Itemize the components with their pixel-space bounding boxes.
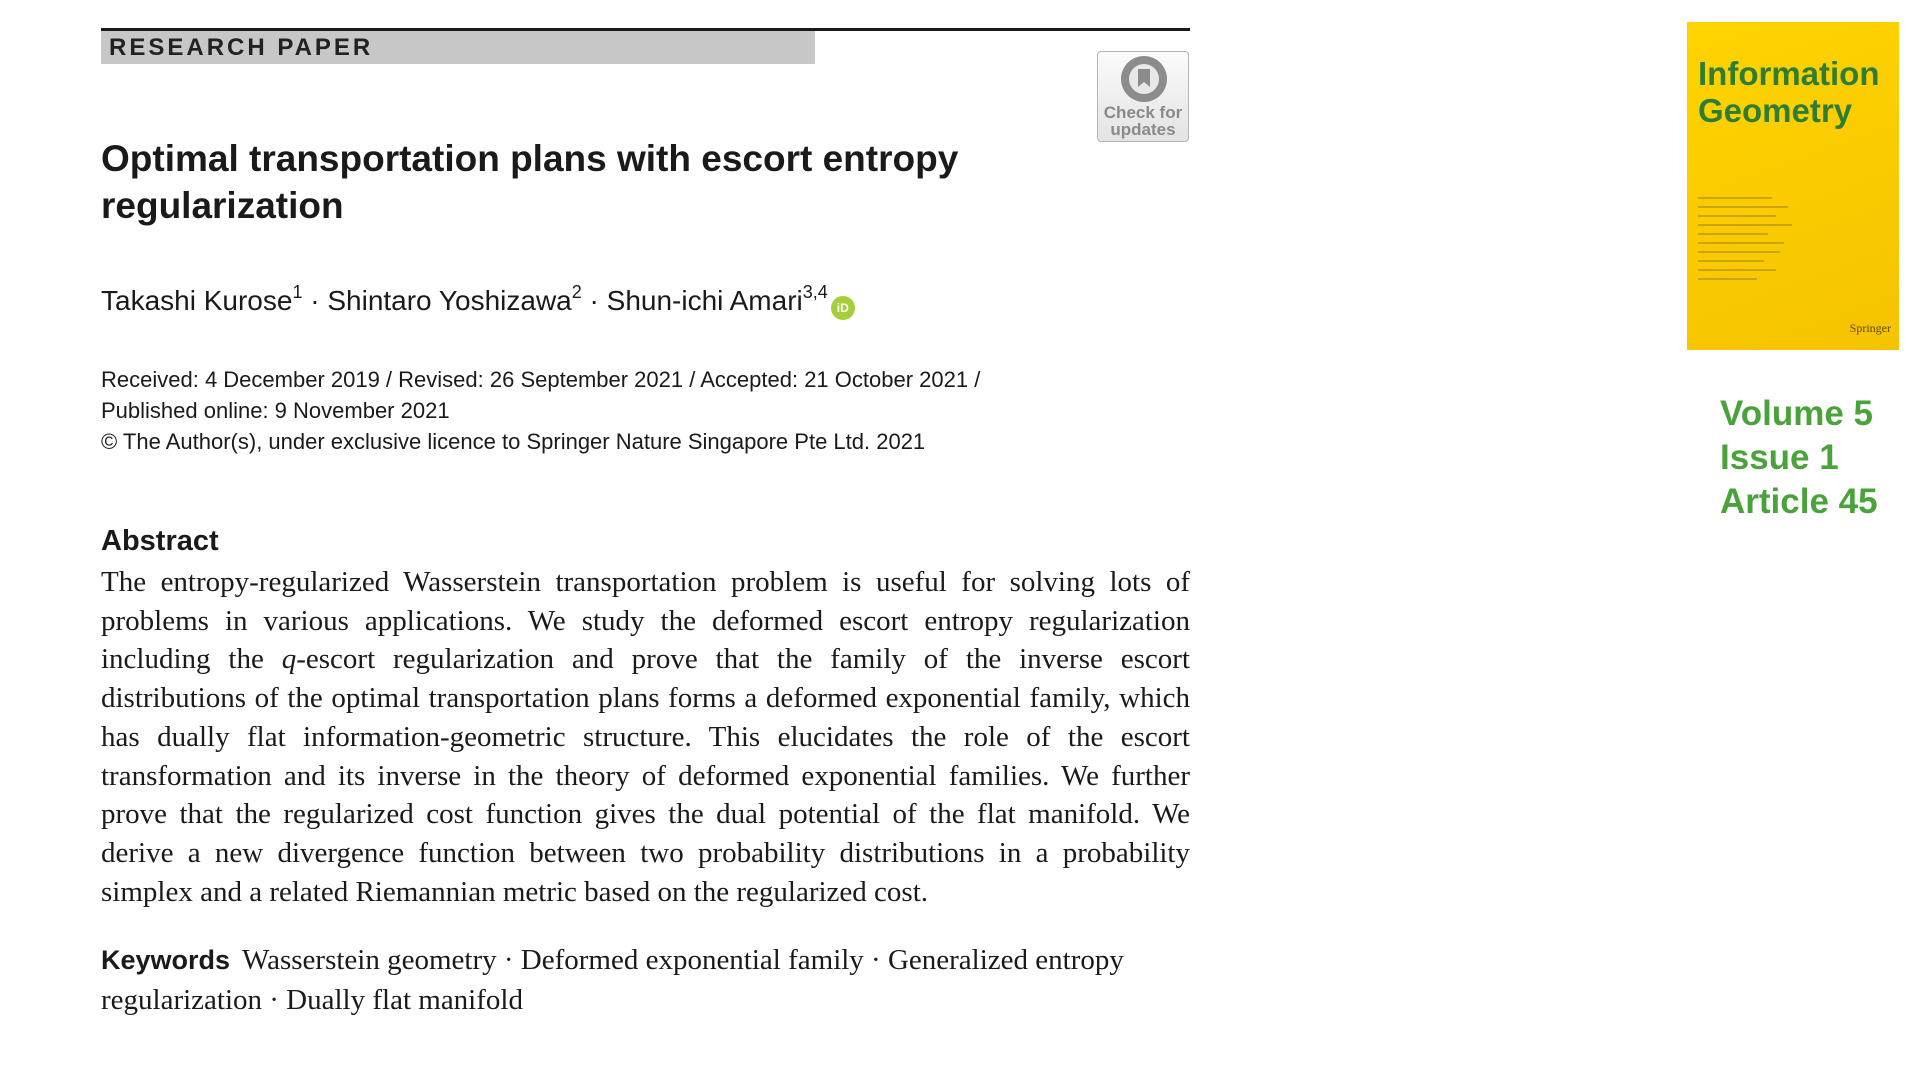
paper-title: Optimal transportation plans with escort…	[101, 138, 959, 226]
article-number-label: Article 45	[1720, 482, 1878, 521]
journal-title: Information Geometry	[1698, 55, 1880, 129]
article-type-label: RESEARCH PAPER	[101, 31, 815, 64]
abstract-text-part: -escort regularization and prove that th…	[101, 643, 1190, 908]
dates-line: Received: 4 December 2019 / Revised: 26 …	[101, 367, 981, 392]
publication-history: Received: 4 December 2019 / Revised: 26 …	[101, 364, 1101, 457]
editorial-board-block	[1698, 197, 1893, 307]
volume-label: Volume 5	[1720, 394, 1874, 433]
check-for-updates-label: Check for updates	[1103, 103, 1183, 139]
author-affiliation: 3,4	[802, 282, 828, 302]
author-name[interactable]: Shun-ichi Amari	[607, 285, 803, 316]
keywords-heading: Keywords	[101, 945, 231, 975]
author-name[interactable]: Takashi Kurose	[101, 285, 292, 316]
keywords-list: Wasserstein geometry · Deformed exponent…	[101, 944, 1124, 1016]
author-affiliation: 1	[292, 282, 303, 302]
author-name[interactable]: Shintaro Yoshizawa	[327, 285, 571, 316]
author-list: Takashi Kurose1 · Shintaro Yoshizawa2 · …	[101, 281, 855, 321]
copyright-line: © The Author(s), under exclusive licence…	[101, 429, 926, 454]
check-for-updates-button[interactable]: Check for updates	[1097, 51, 1189, 142]
published-online: Published online: 9 November 2021	[101, 398, 450, 423]
abstract-heading: Abstract	[101, 525, 219, 557]
author-separator: ·	[302, 285, 328, 316]
abstract-q-symbol: q	[281, 643, 297, 676]
issue-label: Issue 1	[1720, 438, 1839, 477]
author-affiliation: 2	[571, 282, 582, 302]
keywords-section: Keywords Wasserstein geometry · Deformed …	[101, 940, 1190, 1020]
issue-info: Volume 5 Issue 1 Article 45	[1720, 392, 1878, 524]
journal-cover[interactable]: Information Geometry Springer	[1687, 22, 1899, 350]
abstract-text: The entropy-regularized Wasserstein tran…	[101, 563, 1190, 911]
author-separator: ·	[581, 285, 607, 316]
crossmark-icon	[1121, 56, 1167, 102]
springer-logo: Springer	[1849, 321, 1891, 335]
orcid-icon[interactable]: iD	[830, 296, 855, 320]
